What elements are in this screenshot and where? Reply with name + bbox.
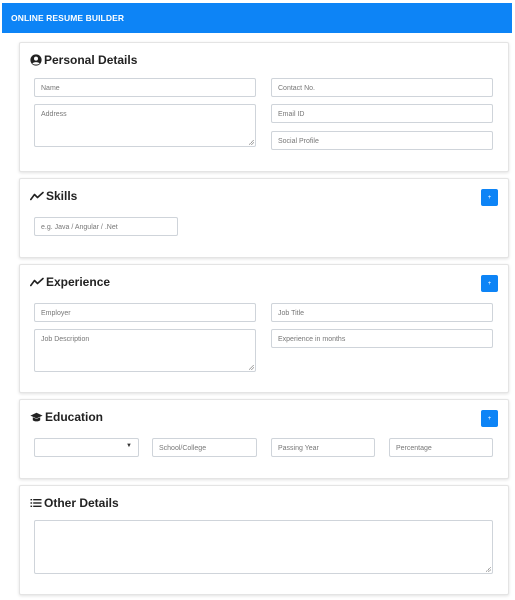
skill-placeholder: e.g. Java / Angular / .Net (41, 224, 118, 231)
experience-title: Experience (46, 275, 111, 289)
contact-placeholder: Contact No. (278, 85, 315, 92)
email-placeholder: Email ID (278, 111, 305, 118)
add-education-label: + (487, 415, 492, 422)
experience-months-input[interactable]: Experience in months (271, 329, 493, 348)
experience-months-placeholder: Experience in months (278, 336, 346, 343)
name-input[interactable]: Name (34, 78, 256, 97)
skills-card: Skills + e.g. Java / Angular / .Net (19, 178, 509, 258)
education-heading: Education (30, 410, 103, 424)
percentage-input[interactable]: Percentage (389, 438, 493, 457)
education-card: Education + ▼ School/College Passing Yea… (19, 399, 509, 479)
degree-select[interactable]: ▼ (34, 438, 139, 457)
job-title-placeholder: Job Title (278, 310, 305, 317)
skills-title: Skills (46, 189, 78, 203)
social-placeholder: Social Profile (278, 138, 319, 145)
top-navbar: ONLINE RESUME BUILDER (2, 3, 512, 33)
contact-input[interactable]: Contact No. (271, 78, 493, 97)
other-details-card: Other Details (19, 485, 509, 595)
passing-year-placeholder: Passing Year (278, 445, 319, 452)
address-textarea[interactable]: Address (34, 104, 256, 147)
experience-card: Experience + Employer Job Title Job Desc… (19, 264, 509, 393)
trend-line-icon (30, 191, 44, 201)
skill-input[interactable]: e.g. Java / Angular / .Net (34, 217, 178, 236)
experience-heading: Experience (30, 275, 110, 289)
education-title: Education (45, 410, 104, 424)
school-input[interactable]: School/College (152, 438, 257, 457)
add-experience-label: + (487, 280, 492, 287)
personal-details-heading: Personal Details (30, 53, 137, 67)
employer-input[interactable]: Employer (34, 303, 256, 322)
user-circle-icon (30, 54, 42, 66)
social-profile-input[interactable]: Social Profile (271, 131, 493, 150)
job-description-textarea[interactable]: Job Description (34, 329, 256, 372)
add-education-button[interactable]: + (481, 410, 498, 427)
personal-details-title: Personal Details (44, 53, 138, 67)
resize-handle-icon[interactable] (249, 365, 254, 370)
email-input[interactable]: Email ID (271, 104, 493, 123)
address-placeholder: Address (41, 111, 67, 118)
other-details-heading: Other Details (30, 496, 119, 510)
personal-details-card: Personal Details Name Contact No. Addres… (19, 42, 509, 172)
resize-handle-icon[interactable] (486, 567, 491, 572)
add-skill-button[interactable]: + (481, 189, 498, 206)
employer-placeholder: Employer (41, 310, 71, 317)
school-placeholder: School/College (159, 445, 207, 452)
trend-line-icon (30, 277, 44, 287)
percentage-placeholder: Percentage (396, 445, 432, 452)
skills-heading: Skills (30, 189, 77, 203)
chevron-down-icon: ▼ (126, 443, 132, 449)
resize-handle-icon[interactable] (249, 140, 254, 145)
other-details-title: Other Details (44, 496, 119, 510)
passing-year-input[interactable]: Passing Year (271, 438, 375, 457)
app-title[interactable]: ONLINE RESUME BUILDER (11, 13, 124, 23)
add-skill-label: + (487, 194, 492, 201)
name-placeholder: Name (41, 85, 60, 92)
job-description-placeholder: Job Description (41, 336, 90, 343)
list-icon (30, 499, 42, 507)
other-details-textarea[interactable] (34, 520, 493, 574)
job-title-input[interactable]: Job Title (271, 303, 493, 322)
graduation-cap-icon (30, 412, 43, 421)
add-experience-button[interactable]: + (481, 275, 498, 292)
